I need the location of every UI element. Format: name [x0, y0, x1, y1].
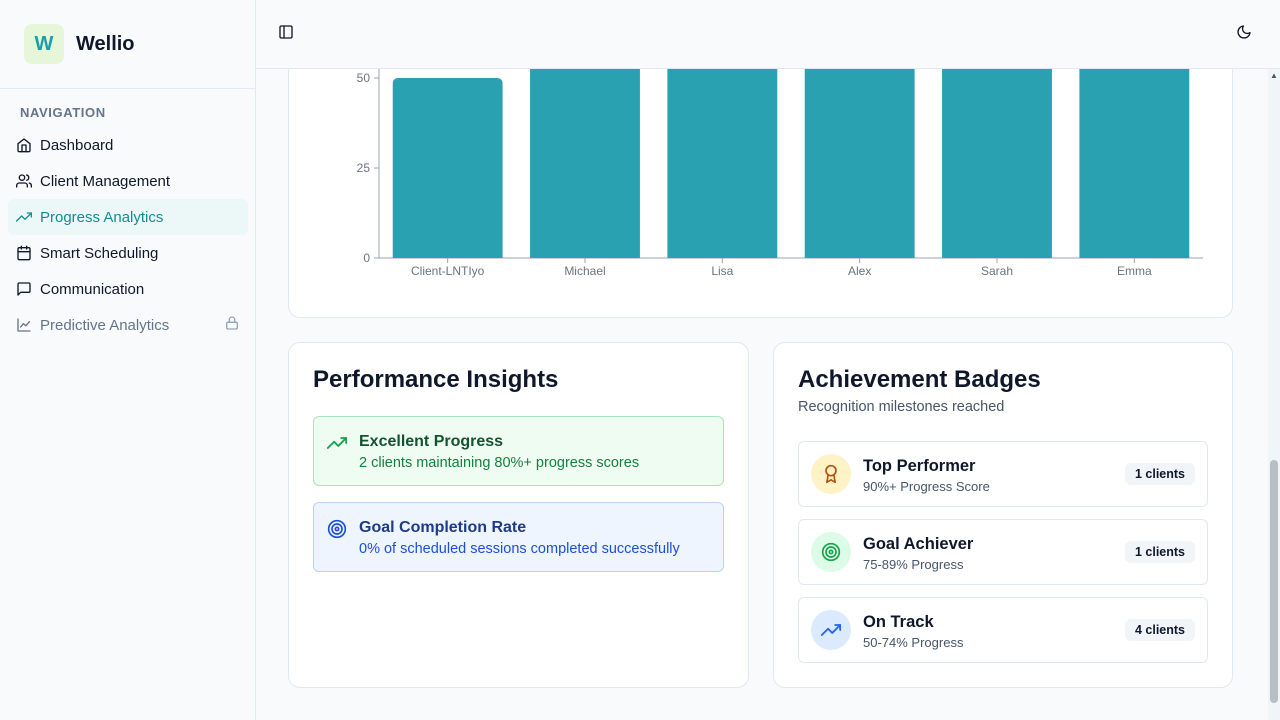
badge-title: Top Performer: [863, 457, 976, 475]
sidebar-item-dashboard[interactable]: Dashboard: [8, 127, 248, 163]
sidebar-item-label: Communication: [40, 280, 145, 298]
scrollbar-thumb[interactable]: [1270, 460, 1278, 703]
topbar: [256, 0, 1280, 69]
y-tick-label: 0: [363, 251, 370, 265]
badge-top-performer: Top Performer 90%+ Progress Score 1 clie…: [798, 441, 1208, 507]
insight-title: Excellent Progress: [359, 433, 504, 450]
users-icon: [16, 173, 32, 189]
badge-count: 1 clients: [1124, 463, 1195, 485]
sidebar-toggle-button[interactable]: [276, 24, 296, 44]
sidebar-nav: Dashboard Client Management Progress Ana…: [8, 127, 248, 343]
x-tick-label: Sarah: [981, 264, 1013, 278]
trending-up-icon: [811, 610, 851, 650]
calendar-icon: [16, 245, 32, 261]
sidebar-item-label: Smart Scheduling: [40, 244, 159, 262]
target-icon: [327, 519, 347, 539]
lock-icon: [224, 315, 240, 335]
trending-up-icon: [16, 209, 32, 225]
badge-subtitle: 90%+ Progress Score: [863, 479, 990, 494]
x-tick-label: Michael: [564, 264, 605, 278]
badge-goal-achiever: Goal Achiever 75-89% Progress 1 clients: [798, 519, 1208, 585]
sidebar-item-label: Progress Analytics: [40, 208, 164, 226]
performance-insights-card: Performance Insights Excellent Progress …: [288, 342, 749, 688]
insight-title: Goal Completion Rate: [359, 519, 527, 536]
sidebar-item-label: Predictive Analytics: [40, 316, 170, 334]
target-icon: [811, 532, 851, 572]
x-tick-label: Lisa: [711, 264, 733, 278]
badge-subtitle: 50-74% Progress: [863, 635, 964, 650]
badge-count: 1 clients: [1124, 541, 1195, 563]
brand-name: Wellio: [76, 32, 135, 55]
message-icon: [16, 281, 32, 297]
brand: W Wellio: [0, 0, 255, 89]
sidebar-item-client-management[interactable]: Client Management: [8, 163, 248, 199]
y-tick-label: 50: [357, 71, 371, 85]
award-icon: [811, 454, 851, 494]
badge-title: On Track: [863, 613, 934, 631]
chart-bar[interactable]: [392, 78, 503, 258]
line-chart-icon: [16, 317, 32, 333]
sidebar-item-smart-scheduling[interactable]: Smart Scheduling: [8, 235, 248, 271]
home-icon: [16, 137, 32, 153]
achievement-badges-card: Achievement Badges Recognition milestone…: [773, 342, 1233, 688]
card-title: Performance Insights: [313, 366, 559, 393]
sidebar-item-communication[interactable]: Communication: [8, 271, 248, 307]
sidebar-item-progress-analytics[interactable]: Progress Analytics: [8, 199, 248, 235]
moon-icon: [1236, 24, 1252, 45]
badge-on-track: On Track 50-74% Progress 4 clients: [798, 597, 1208, 663]
badge-subtitle: 75-89% Progress: [863, 557, 964, 572]
insight-excellent-progress: Excellent Progress 2 clients maintaining…: [313, 416, 724, 486]
trending-up-icon: [326, 433, 348, 453]
insight-subtitle: 0% of scheduled sessions completed succe…: [359, 541, 680, 557]
card-subtitle: Recognition milestones reached: [798, 399, 1005, 415]
x-tick-label: Emma: [1117, 264, 1152, 278]
scroll-up-arrow-icon[interactable]: ▲: [1270, 72, 1278, 80]
sidebar-item-label: Client Management: [40, 172, 171, 190]
sidebar-item-label: Dashboard: [40, 136, 114, 154]
x-tick-label: Client-LNTIyo: [411, 264, 485, 278]
card-title: Achievement Badges: [798, 366, 1041, 393]
insight-goal-completion: Goal Completion Rate 0% of scheduled ses…: [313, 502, 724, 572]
x-tick-label: Alex: [848, 264, 871, 278]
brand-logo: W: [24, 24, 64, 64]
sidebar-item-predictive-analytics[interactable]: Predictive Analytics: [8, 307, 248, 343]
sidebar: W Wellio NAVIGATION Dashboard Client Man…: [0, 0, 256, 720]
badge-count: 4 clients: [1124, 619, 1195, 641]
panel-left-icon: [278, 24, 294, 45]
badge-title: Goal Achiever: [863, 535, 974, 553]
theme-toggle-button[interactable]: [1234, 24, 1254, 44]
nav-section-label: NAVIGATION: [20, 105, 106, 120]
y-tick-label: 25: [357, 161, 371, 175]
insight-subtitle: 2 clients maintaining 80%+ progress scor…: [359, 455, 640, 471]
